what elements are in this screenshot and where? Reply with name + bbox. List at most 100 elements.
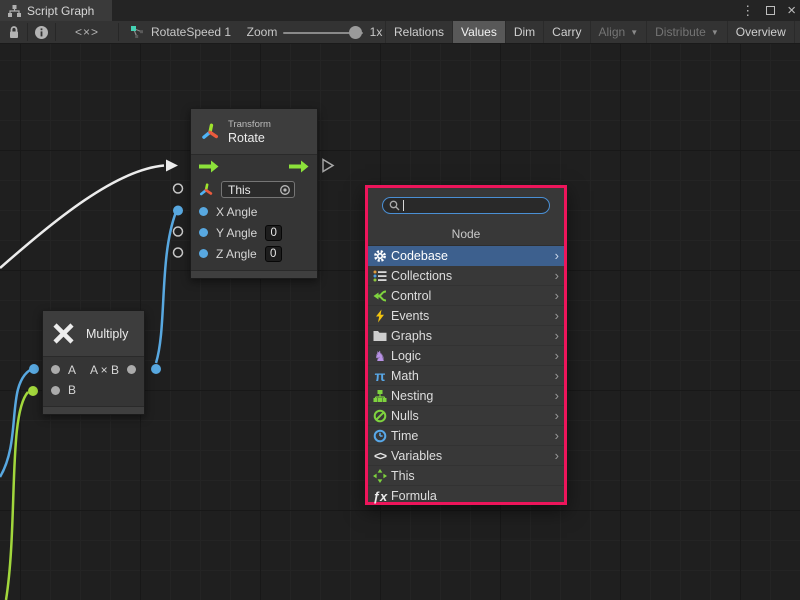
multiply-icon <box>51 321 76 346</box>
zoom-value: 1x <box>366 21 386 43</box>
graph-node-icon <box>130 25 144 39</box>
object-picker-icon[interactable] <box>279 184 291 196</box>
node-multiply[interactable]: Multiply A A × B B <box>42 310 145 415</box>
chevron-right-icon: › <box>555 289 559 302</box>
info-button[interactable] <box>28 21 55 43</box>
zoom-label: Zoom <box>244 21 280 43</box>
input-dot[interactable] <box>199 207 208 216</box>
title-bar: Script Graph ⋮ × <box>0 0 800 21</box>
align-dropdown[interactable]: Align ▼ <box>590 21 647 43</box>
port-label: Y Angle <box>216 226 257 240</box>
finder-item-control[interactable]: Control › <box>368 286 564 306</box>
port-row-b[interactable]: B <box>43 379 144 401</box>
search-icon <box>389 200 400 211</box>
transform-icon <box>201 123 219 141</box>
x-angle-port[interactable] <box>173 206 183 216</box>
finder-item-this[interactable]: This <box>368 466 564 486</box>
collections-icon <box>372 268 388 283</box>
port-label: X Angle <box>216 205 257 219</box>
node-header[interactable]: Transform Rotate <box>191 109 317 155</box>
folder-icon <box>372 328 388 343</box>
zoom-slider-handle[interactable] <box>349 26 362 39</box>
values-button[interactable]: Values <box>452 21 505 43</box>
control-output-arrow-icon[interactable] <box>289 160 309 173</box>
finder-item-formula[interactable]: ƒx Formula <box>368 486 564 506</box>
node-title: Multiply <box>86 327 128 341</box>
node-category: Transform <box>228 119 271 131</box>
finder-header: Node <box>368 222 564 246</box>
close-icon[interactable]: × <box>787 3 796 18</box>
chevron-right-icon: › <box>555 449 559 462</box>
finder-item-codebase[interactable]: Codebase › <box>368 246 564 266</box>
finder-item-time[interactable]: Time › <box>368 426 564 446</box>
port-row-z-angle[interactable]: Z Angle 0 <box>191 243 317 264</box>
distribute-dropdown[interactable]: Distribute ▼ <box>646 21 727 43</box>
input-dot[interactable] <box>51 365 60 374</box>
search-input[interactable] <box>382 197 550 214</box>
this-port[interactable] <box>174 184 183 193</box>
port-label: A <box>68 363 76 377</box>
multiply-a-port[interactable] <box>29 364 39 374</box>
output-label: A × B <box>90 363 119 377</box>
control-row <box>191 155 317 178</box>
control-icon <box>372 288 388 303</box>
multiply-b-port[interactable] <box>28 386 38 396</box>
z-angle-port[interactable] <box>174 248 183 257</box>
carry-button[interactable]: Carry <box>543 21 589 43</box>
finder-item-nesting[interactable]: Nesting › <box>368 386 564 406</box>
finder-item-collections[interactable]: Collections › <box>368 266 564 286</box>
maximize-icon[interactable] <box>766 6 775 15</box>
knight-icon: ♞ <box>372 348 388 363</box>
finder-item-graphs[interactable]: Graphs › <box>368 326 564 346</box>
code-view-button[interactable]: <×> <box>56 21 118 43</box>
multiply-output-port[interactable] <box>151 364 161 374</box>
toolbar: <×> RotateSpeed 1 Zoom 1x Relations Valu… <box>0 21 800 44</box>
control-wire[interactable] <box>0 166 164 269</box>
control-input-arrow-icon[interactable] <box>199 160 219 173</box>
node-header[interactable]: Multiply <box>43 311 144 357</box>
lock-button[interactable] <box>0 21 27 43</box>
control-output-triangle[interactable] <box>323 160 333 172</box>
value-wire-xangle[interactable] <box>156 212 176 363</box>
output-dot[interactable] <box>127 365 136 374</box>
finder-item-logic[interactable]: ♞ Logic › <box>368 346 564 366</box>
graph-canvas[interactable]: Transform Rotate This <box>0 44 800 600</box>
port-label: Z Angle <box>216 247 257 261</box>
this-object-field[interactable]: This <box>221 181 295 198</box>
chevron-right-icon: › <box>555 249 559 262</box>
y-angle-port[interactable] <box>174 227 183 236</box>
node-footer <box>191 270 317 278</box>
relations-button[interactable]: Relations <box>385 21 452 43</box>
port-row-x-angle[interactable]: X Angle <box>191 201 317 222</box>
lock-icon <box>6 24 22 40</box>
y-angle-value-field[interactable]: 0 <box>265 225 282 241</box>
value-wire-b[interactable] <box>6 392 28 600</box>
port-row-y-angle[interactable]: Y Angle 0 <box>191 222 317 243</box>
dim-button[interactable]: Dim <box>505 21 543 43</box>
input-dot[interactable] <box>51 386 60 395</box>
input-dot[interactable] <box>199 228 208 237</box>
node-transform-rotate[interactable]: Transform Rotate This <box>190 108 318 279</box>
brackets-icon: <> <box>372 448 388 463</box>
port-row-a[interactable]: A A × B <box>43 357 144 379</box>
tab-title: Script Graph <box>27 4 94 18</box>
info-icon <box>34 25 49 40</box>
graph-reference-chip[interactable]: RotateSpeed 1 <box>130 21 240 43</box>
z-angle-value-field[interactable]: 0 <box>265 246 282 262</box>
finder-item-nulls[interactable]: Nulls › <box>368 406 564 426</box>
full-screen-button[interactable]: Full Screen <box>794 21 800 43</box>
finder-item-math[interactable]: π Math › <box>368 366 564 386</box>
this-row: This <box>191 178 317 201</box>
nesting-icon <box>372 388 388 403</box>
tab-script-graph[interactable]: Script Graph <box>0 0 112 21</box>
finder-item-events[interactable]: Events › <box>368 306 564 326</box>
control-input-arrow[interactable] <box>166 160 178 172</box>
window-menu-icon[interactable]: ⋮ <box>741 4 754 17</box>
this-icon <box>372 468 388 483</box>
overview-button[interactable]: Overview <box>727 21 794 43</box>
finder-item-variables[interactable]: <> Variables › <box>368 446 564 466</box>
input-dot[interactable] <box>199 249 208 258</box>
chevron-right-icon: › <box>555 269 559 282</box>
pi-icon: π <box>372 368 388 383</box>
transform-icon <box>199 183 213 197</box>
